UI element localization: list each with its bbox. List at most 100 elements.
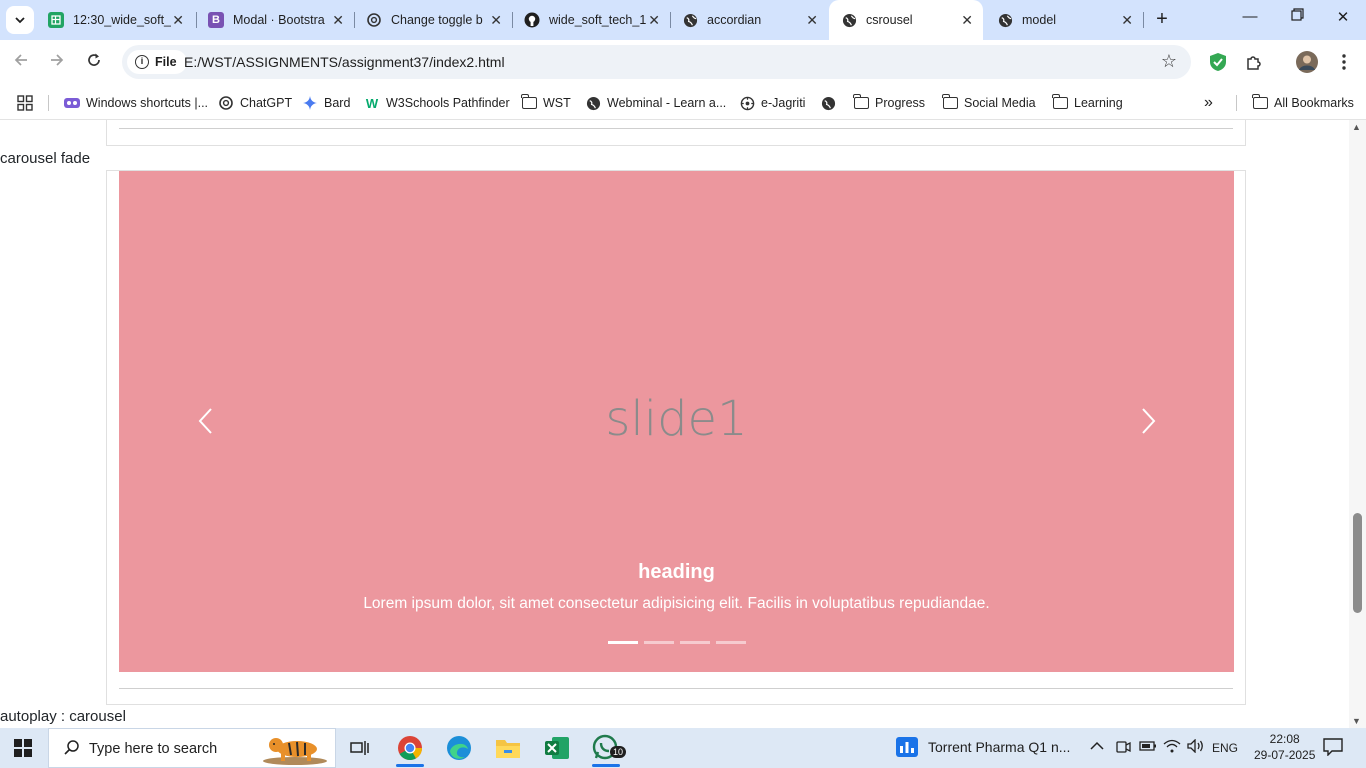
bookmark-label: ChatGPT	[240, 96, 293, 110]
notification-badge: 10	[610, 746, 627, 758]
carousel-next-button[interactable]	[1133, 401, 1163, 441]
meet-now-icon[interactable]	[1115, 739, 1131, 758]
close-icon[interactable]: ✕	[648, 12, 660, 29]
battery-icon[interactable]	[1139, 739, 1157, 756]
kebab-menu-icon[interactable]	[1333, 51, 1355, 73]
wifi-icon[interactable]	[1163, 739, 1181, 756]
globe-icon	[997, 12, 1013, 28]
close-icon[interactable]: ✕	[961, 12, 973, 29]
bookmark-ejagriti[interactable]: e-Jagriti	[739, 93, 805, 113]
minimize-icon[interactable]: —	[1240, 8, 1260, 25]
bookmark-folder-progress[interactable]: Progress	[852, 93, 925, 113]
bookmark-label: W3Schools Pathfinder	[386, 96, 510, 110]
google-sheets-icon	[48, 12, 64, 28]
scroll-down-icon[interactable]: ▼	[1352, 716, 1361, 726]
folder-icon	[941, 94, 958, 111]
system-clock[interactable]: 22:08 29-07-2025	[1254, 731, 1315, 763]
globe-icon	[682, 12, 698, 28]
extensions-puzzle-icon[interactable]	[1243, 51, 1265, 73]
carousel-indicator[interactable]	[643, 641, 674, 644]
new-tab-button[interactable]: +	[1150, 8, 1174, 32]
reload-icon	[88, 53, 100, 66]
close-icon[interactable]: ✕	[806, 12, 818, 29]
site-info-chip[interactable]: i File	[127, 50, 187, 74]
tab-github[interactable]: wide_soft_tech_1 ✕	[512, 0, 670, 40]
language-indicator[interactable]: ENG	[1212, 741, 1238, 755]
bootstrap-icon: B	[208, 12, 224, 28]
windows-start-icon[interactable]	[14, 739, 32, 757]
bookmark-star-icon[interactable]: ☆	[1161, 51, 1177, 72]
bookmark-label: Webminal - Learn a...	[607, 96, 727, 110]
tab-title: Modal · Bootstra	[233, 13, 325, 27]
address-bar[interactable]: i File E:/WST/ASSIGNMENTS/assignment37/i…	[122, 45, 1191, 79]
bookmark-label: Learning	[1074, 96, 1123, 110]
globe-icon	[820, 95, 836, 111]
news-widget[interactable]: Torrent Pharma Q1 n...	[896, 737, 1070, 757]
task-view-icon[interactable]	[336, 728, 384, 768]
chrome-icon[interactable]	[386, 728, 434, 768]
windows-taskbar: Type here to search 10 Torrent Pharma Q1…	[0, 728, 1366, 768]
page-scrollbar[interactable]: ▲ ▼	[1349, 120, 1366, 728]
tab-sheets[interactable]: 12:30_wide_soft_ ✕	[36, 0, 194, 40]
tab-csrousel[interactable]: csrousel ✕	[829, 0, 983, 40]
tab-title: Change toggle b	[391, 13, 483, 27]
bookmark-bard[interactable]: Bard	[302, 93, 350, 113]
search-icon	[63, 739, 81, 762]
carousel-indicator[interactable]	[607, 641, 638, 644]
close-icon[interactable]: ✕	[172, 12, 184, 29]
profile-avatar[interactable]	[1296, 51, 1318, 73]
tab-title: model	[1022, 13, 1057, 27]
folder-icon	[852, 94, 869, 111]
browser-toolbar: i File E:/WST/ASSIGNMENTS/assignment37/i…	[0, 40, 1366, 86]
restore-icon[interactable]	[1287, 8, 1307, 25]
bookmarks-overflow-button[interactable]: »	[1204, 93, 1213, 113]
globe-icon	[841, 12, 857, 28]
bookmark-label: e-Jagriti	[761, 96, 806, 110]
bookmark-folder-wst[interactable]: WST	[520, 93, 571, 113]
github-icon	[524, 12, 540, 28]
bookmark-windows-shortcuts[interactable]: Windows shortcuts |...	[64, 93, 208, 113]
reload-button[interactable]	[83, 52, 105, 73]
apps-grid-icon[interactable]	[17, 93, 33, 113]
bookmark-w3schools[interactable]: W W3Schools Pathfinder	[364, 93, 510, 113]
close-icon[interactable]: ✕	[332, 12, 344, 29]
edge-icon[interactable]	[435, 728, 483, 768]
excel-icon[interactable]	[533, 728, 581, 768]
scrollbar-thumb[interactable]	[1353, 513, 1362, 613]
scroll-up-icon[interactable]: ▲	[1352, 122, 1361, 132]
whatsapp-icon[interactable]: 10	[582, 728, 630, 768]
tab-bootstrap-modal[interactable]: B Modal · Bootstra ✕	[196, 0, 354, 40]
bookmark-globe[interactable]	[820, 93, 842, 113]
tab-search-button[interactable]	[6, 6, 34, 34]
bookmark-folder-social-media[interactable]: Social Media	[941, 93, 1036, 113]
chevron-up-icon[interactable]	[1090, 739, 1104, 754]
all-bookmarks-button[interactable]: All Bookmarks	[1251, 93, 1354, 113]
forward-button[interactable]	[46, 52, 68, 73]
carousel-prev-button[interactable]	[191, 401, 221, 441]
file-explorer-icon[interactable]	[484, 728, 532, 768]
tab-accordian[interactable]: accordian ✕	[670, 0, 828, 40]
back-button[interactable]	[10, 52, 32, 73]
shield-extension-icon[interactable]	[1207, 51, 1229, 73]
close-icon[interactable]: ✕	[1121, 12, 1133, 29]
tab-change-toggle[interactable]: Change toggle b ✕	[354, 0, 512, 40]
tab-model[interactable]: model ✕	[985, 0, 1143, 40]
carousel-fade[interactable]: slide1 heading Lorem ipsum dolor, sit am…	[119, 171, 1234, 672]
close-window-icon[interactable]: ✕	[1333, 8, 1353, 26]
page-viewport: carousel fade slide1 heading Lorem ipsum…	[0, 120, 1366, 728]
news-headline: Torrent Pharma Q1 n...	[928, 739, 1071, 755]
carousel-indicator[interactable]	[715, 641, 746, 644]
notification-center-icon[interactable]	[1323, 738, 1343, 759]
bookmark-label: Windows shortcuts |...	[86, 96, 209, 110]
bookmark-chatgpt[interactable]: ChatGPT	[218, 93, 292, 113]
next-section-label: autoplay : carousel	[0, 708, 126, 725]
taskbar-search[interactable]: Type here to search	[48, 728, 336, 768]
bookmark-webminal[interactable]: Webminal - Learn a...	[585, 93, 726, 113]
close-icon[interactable]: ✕	[490, 12, 502, 29]
folder-icon	[1251, 94, 1268, 111]
bookmark-folder-learning[interactable]: Learning	[1051, 93, 1123, 113]
tab-title: accordian	[707, 13, 762, 27]
volume-icon[interactable]	[1187, 738, 1205, 756]
carousel-indicator[interactable]	[679, 641, 710, 644]
url-text[interactable]: E:/WST/ASSIGNMENTS/assignment37/index2.h…	[184, 54, 505, 70]
